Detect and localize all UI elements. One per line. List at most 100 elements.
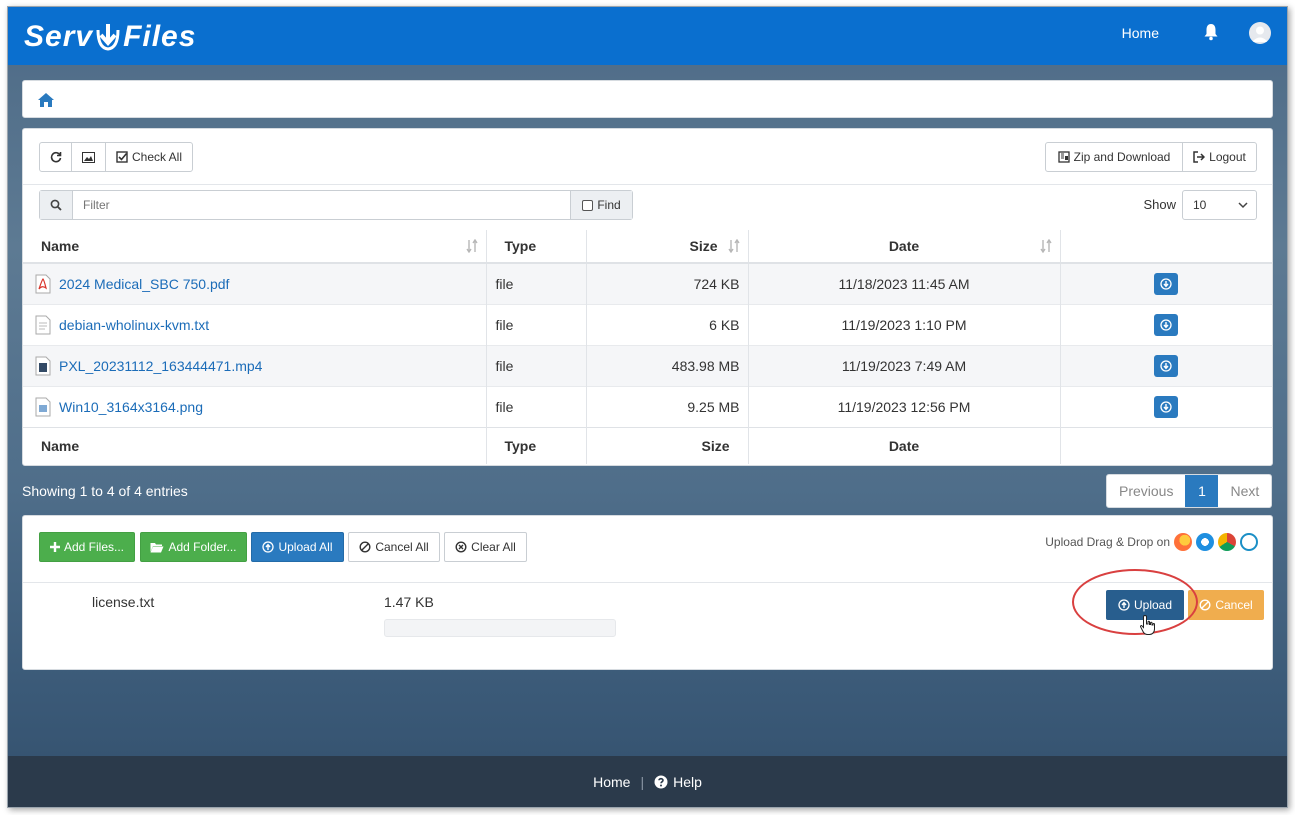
file-type: file [486, 304, 587, 345]
download-button[interactable] [1154, 395, 1179, 418]
file-size: 9.25 MB [586, 386, 749, 427]
search-icon-box [40, 191, 73, 219]
sort-icon [727, 239, 740, 253]
logout-icon [1193, 151, 1206, 163]
add-folder-button[interactable]: Add Folder... [140, 532, 247, 562]
refresh-icon [50, 151, 61, 163]
file-name-link[interactable]: 2024 Medical_SBC 750.pdf [59, 276, 229, 292]
footer-header-name: Name [23, 426, 487, 464]
file-name-link[interactable]: PXL_20231112_163444471.mp4 [59, 358, 262, 374]
find-checkbox[interactable] [582, 199, 594, 211]
cancel-all-button[interactable]: Cancel All [348, 532, 440, 562]
table-row[interactable]: 2024 Medical_SBC 750.pdf file 724 KB 11/… [23, 263, 1272, 304]
safari-icon [1240, 533, 1258, 551]
download-circle-icon [1160, 318, 1172, 331]
upload-circle-icon [262, 541, 275, 553]
upload-all-button[interactable]: Upload All [251, 532, 344, 562]
file-date: 11/19/2023 1:10 PM [748, 304, 1061, 345]
folder-open-icon [150, 542, 164, 552]
file-type: file [486, 386, 587, 427]
queued-file-name: license.txt [92, 594, 155, 610]
table-row[interactable]: Win10_3164x3164.png file 9.25 MB 11/19/2… [23, 386, 1272, 427]
column-header-name[interactable]: Name [23, 230, 487, 264]
previous-page-button[interactable]: Previous [1107, 475, 1185, 507]
entries-info: Showing 1 to 4 of 4 entries [22, 483, 188, 499]
column-header-actions [1060, 230, 1272, 264]
footer-help-link[interactable]: Help [654, 774, 702, 790]
add-files-button[interactable]: Add Files... [39, 532, 135, 562]
file-name-link[interactable]: debian-wholinux-kvm.txt [59, 317, 209, 333]
pagination: Previous 1 Next [1106, 474, 1273, 508]
column-header-type[interactable]: Type [486, 230, 587, 264]
top-navbar: Serv Files Home [8, 7, 1287, 65]
sort-icon [1039, 239, 1052, 253]
find-toggle-button[interactable]: Find [570, 191, 632, 219]
column-header-size[interactable]: Size [586, 230, 749, 264]
show-entries-select[interactable]: 10 [1182, 190, 1257, 220]
file-size: 724 KB [586, 263, 749, 304]
ban-icon [1199, 599, 1211, 611]
download-circle-icon [1160, 359, 1172, 372]
file-date: 11/19/2023 7:49 AM [748, 345, 1061, 386]
hand-pointer-cursor-icon [1140, 614, 1155, 635]
cancel-all-label: Cancel All [375, 540, 429, 554]
file-size: 483.98 MB [586, 345, 749, 386]
file-name-link[interactable]: Win10_3164x3164.png [59, 399, 203, 415]
edge-icon [1196, 533, 1214, 551]
download-button[interactable] [1154, 313, 1179, 336]
home-icon[interactable] [37, 92, 55, 108]
add-folder-label: Add Folder... [168, 540, 237, 554]
drag-and-drop-info: Upload Drag & Drop on [1045, 533, 1258, 551]
footer-home-link[interactable]: Home [593, 774, 630, 790]
table-row[interactable]: debian-wholinux-kvm.txt file 6 KB 11/19/… [23, 304, 1272, 345]
logo-upload-arrow-icon [96, 24, 120, 51]
file-type: file [486, 263, 587, 304]
logout-button[interactable]: Logout [1182, 142, 1257, 172]
text-file-icon [35, 315, 51, 334]
thumbnail-view-button[interactable] [71, 142, 106, 172]
clear-all-label: Clear All [471, 540, 516, 554]
column-header-date[interactable]: Date [748, 230, 1061, 264]
image-file-icon [35, 397, 51, 416]
question-circle-icon [654, 775, 668, 788]
nav-home-link[interactable]: Home [1122, 25, 1159, 41]
times-circle-icon [455, 541, 467, 553]
page-1-button[interactable]: 1 [1185, 475, 1219, 507]
file-type: file [486, 345, 587, 386]
next-page-button[interactable]: Next [1218, 475, 1271, 507]
refresh-button[interactable] [39, 142, 72, 172]
bell-icon[interactable] [1203, 23, 1219, 41]
serv-u-files-logo[interactable]: Serv Files [24, 19, 196, 55]
logo-text-files: Files [123, 20, 197, 53]
zip-and-download-button[interactable]: Zip and Download [1045, 142, 1183, 172]
image-icon [82, 151, 95, 163]
user-avatar-icon[interactable] [1249, 22, 1271, 44]
chrome-icon [1218, 533, 1236, 551]
upload-progress-bar [384, 619, 616, 637]
queued-file-size: 1.47 KB [384, 594, 434, 610]
download-button[interactable] [1154, 272, 1179, 295]
footer-separator: | [640, 773, 645, 790]
toolbar-divider [23, 184, 1272, 185]
zip-archive-icon [1057, 151, 1070, 163]
clear-all-button[interactable]: Clear All [444, 532, 527, 562]
download-button[interactable] [1154, 354, 1179, 377]
highlight-annotation-circle [1072, 569, 1198, 635]
table-row[interactable]: PXL_20231112_163444471.mp4 file 483.98 M… [23, 345, 1272, 386]
footer-header-actions [1060, 426, 1272, 464]
upload-all-label: Upload All [278, 540, 333, 554]
file-browser-panel: Check All Zip and Download Logout Filter… [22, 128, 1273, 466]
filter-input[interactable] [74, 191, 570, 219]
show-entries-label: Show [1143, 197, 1176, 212]
footer: Home | Help [8, 756, 1287, 807]
add-files-label: Add Files... [63, 540, 125, 554]
filter-bar: Find [39, 190, 633, 220]
check-all-button[interactable]: Check All [105, 142, 193, 172]
footer-header-date: Date [748, 426, 1061, 464]
logo-text-serv: Serv [24, 20, 94, 53]
breadcrumb [22, 80, 1273, 118]
cancel-button[interactable]: Cancel [1188, 590, 1264, 620]
download-circle-icon [1160, 400, 1172, 413]
search-icon [50, 199, 62, 211]
pdf-file-icon [35, 274, 51, 294]
